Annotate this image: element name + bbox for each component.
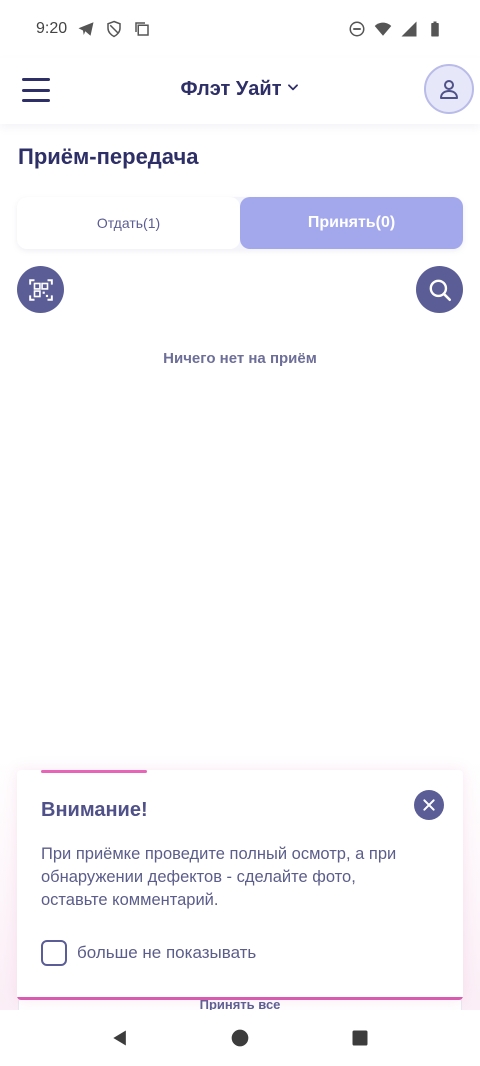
status-bar: 9:20 xyxy=(0,0,480,58)
notice-close-button[interactable] xyxy=(414,790,444,820)
do-not-disturb-icon xyxy=(348,20,366,38)
search-button[interactable] xyxy=(416,266,463,313)
notice-text: При приёмке проведите полный осмотр, а п… xyxy=(41,845,397,909)
tabs: Отдать(1) Принять(0) xyxy=(17,197,463,249)
app-header: Флэт Уайт xyxy=(0,58,480,124)
home-icon[interactable] xyxy=(228,1026,252,1050)
dont-show-label: больше не показывать xyxy=(77,943,257,962)
copy-icon xyxy=(133,20,151,38)
recents-icon[interactable] xyxy=(348,1026,372,1050)
close-icon xyxy=(423,799,435,811)
signal-icon xyxy=(400,20,418,38)
header-title: Флэт Уайт xyxy=(180,78,282,100)
notice-bottom-line xyxy=(17,997,463,1000)
dont-show-again-option[interactable]: больше не показывать xyxy=(41,940,256,966)
back-icon[interactable] xyxy=(108,1026,132,1050)
qr-scan-button[interactable] xyxy=(17,266,64,313)
status-right xyxy=(348,20,444,38)
status-time: 9:20 xyxy=(36,20,68,37)
user-icon xyxy=(440,80,458,99)
status-left: 9:20 xyxy=(36,20,151,38)
telegram-icon xyxy=(77,20,95,38)
tab-give[interactable]: Отдать(1) xyxy=(17,197,240,249)
profile-button[interactable] xyxy=(424,64,474,114)
shield-icon xyxy=(105,20,123,38)
chevron-down-icon xyxy=(286,80,300,99)
page-title: Приём-передача xyxy=(18,144,199,169)
tab-receive[interactable]: Принять(0) xyxy=(240,197,463,249)
dont-show-checkbox[interactable] xyxy=(41,940,67,966)
qr-scan-icon xyxy=(28,278,53,301)
wifi-icon xyxy=(374,20,392,38)
system-nav-bar xyxy=(0,1010,480,1066)
notice-title: Внимание! xyxy=(41,799,148,821)
battery-icon xyxy=(426,20,444,38)
search-icon xyxy=(429,279,451,301)
notice-top-line xyxy=(41,770,147,773)
attention-notice: Внимание! При приёмке проведите полный о… xyxy=(17,770,463,1000)
venue-selector[interactable]: Флэт Уайт xyxy=(0,78,480,101)
empty-state-text: Ничего нет на приём xyxy=(163,350,317,367)
